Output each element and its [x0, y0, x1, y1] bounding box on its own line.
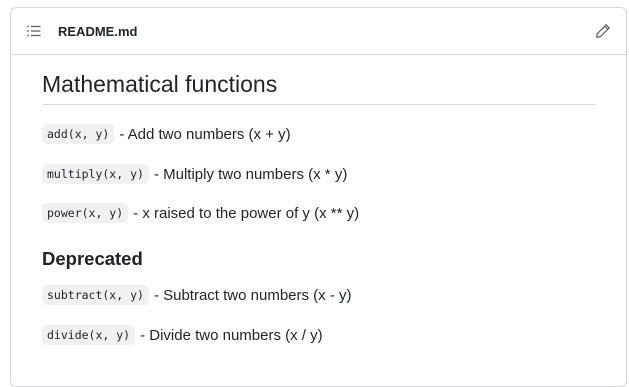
function-item-power: power(x, y) - x raised to the power of y… — [42, 202, 595, 224]
function-description: - Divide two numbers (x / y) — [140, 326, 323, 344]
outline-list-icon[interactable] — [26, 23, 42, 39]
function-signature: add(x, y) — [42, 124, 115, 144]
pencil-icon[interactable] — [594, 22, 612, 40]
function-description: - Add two numbers (x + y) — [119, 125, 291, 143]
function-signature: power(x, y) — [42, 203, 129, 223]
heading-mathematical-functions: Mathematical functions — [42, 71, 596, 105]
readme-filename[interactable]: README.md — [58, 24, 594, 39]
function-description: - Subtract two numbers (x - y) — [153, 286, 352, 304]
function-item-subtract: subtract(x, y) - Subtract two numbers (x… — [42, 284, 595, 306]
function-signature: multiply(x, y) — [42, 164, 149, 184]
function-description: - Multiply two numbers (x * y) — [153, 165, 348, 183]
heading-deprecated: Deprecated — [42, 248, 143, 269]
readme-content: Mathematical functions add(x, y) - Add t… — [11, 55, 626, 346]
function-item-multiply: multiply(x, y) - Multiply two numbers (x… — [42, 163, 595, 185]
readme-panel: README.md Mathematical functions add(x, … — [10, 7, 627, 387]
function-description: - x raised to the power of y (x ** y) — [133, 204, 360, 222]
function-signature: divide(x, y) — [42, 325, 136, 345]
function-item-divide: divide(x, y) - Divide two numbers (x / y… — [42, 324, 595, 346]
function-signature: subtract(x, y) — [42, 285, 149, 305]
readme-header: README.md — [11, 8, 626, 55]
function-item-add: add(x, y) - Add two numbers (x + y) — [42, 123, 595, 145]
